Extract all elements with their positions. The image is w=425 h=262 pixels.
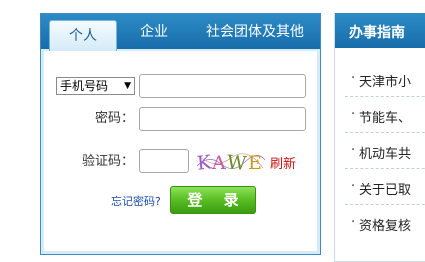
forgot-password-link[interactable]: 忘记密码? — [111, 193, 161, 209]
bullet-icon: · — [351, 215, 356, 230]
tab-enterprise[interactable]: 企业 — [121, 14, 187, 49]
guide-item-label: 关于已取 — [359, 183, 412, 198]
bullet-icon: · — [351, 179, 356, 194]
svg-text:E: E — [248, 152, 262, 174]
guide-item[interactable]: · 机动车共 — [345, 133, 425, 169]
guide-item[interactable]: · 资格复核 — [345, 205, 425, 241]
refresh-captcha-link[interactable]: 刷新 — [270, 153, 296, 172]
login-form: 手机号码 ▼ 密码： 验证码： K A W E 刷新 忘记密码? 登 录 — [44, 51, 317, 251]
password-label: 密码： — [94, 111, 134, 126]
account-input[interactable] — [139, 74, 306, 98]
svg-text:W: W — [226, 151, 248, 175]
guide-header: 办事指南 — [335, 13, 425, 48]
login-button[interactable]: 登 录 — [170, 186, 256, 214]
bullet-icon: · — [351, 143, 356, 158]
guide-title: 办事指南 — [349, 25, 405, 41]
tab-personal[interactable]: 个人 — [49, 20, 117, 51]
page: 个人 企业 社会团体及其他 手机号码 ▼ 密码： 验证码： K A W E 刷新… — [0, 0, 425, 262]
account-type-select[interactable]: 手机号码 ▼ — [56, 77, 135, 95]
captcha-input[interactable] — [139, 149, 189, 173]
svg-text:A: A — [211, 152, 226, 174]
account-type-value: 手机号码 — [60, 79, 109, 93]
guide-list: · 天津市小 · 节能车、 · 机动车共 · 关于已取 · 资格复核 — [345, 61, 425, 241]
login-panel: 个人 企业 社会团体及其他 手机号码 ▼ 密码： 验证码： K A W E 刷新… — [40, 13, 321, 255]
bullet-icon: · — [351, 107, 356, 122]
login-tab-bar: 个人 企业 社会团体及其他 — [41, 14, 320, 51]
dropdown-arrow-icon: ▼ — [124, 81, 131, 91]
guide-item[interactable]: · 关于已取 — [345, 169, 425, 205]
guide-item-label: 机动车共 — [359, 147, 412, 162]
password-input[interactable] — [139, 107, 306, 131]
captcha-image[interactable]: K A W E — [195, 148, 267, 175]
guide-item[interactable]: · 天津市小 — [345, 61, 425, 97]
bullet-icon: · — [351, 71, 356, 86]
guide-item-label: 资格复核 — [359, 219, 412, 234]
tab-social-organizations[interactable]: 社会团体及其他 — [193, 14, 317, 49]
guide-item-label: 节能车、 — [359, 111, 412, 126]
guide-item-label: 天津市小 — [359, 75, 412, 90]
captcha-label: 验证码： — [81, 154, 134, 169]
guide-item[interactable]: · 节能车、 — [345, 97, 425, 133]
guide-panel: 办事指南 · 天津市小 · 节能车、 · 机动车共 · 关于已取 · 资格复核 — [334, 13, 425, 262]
